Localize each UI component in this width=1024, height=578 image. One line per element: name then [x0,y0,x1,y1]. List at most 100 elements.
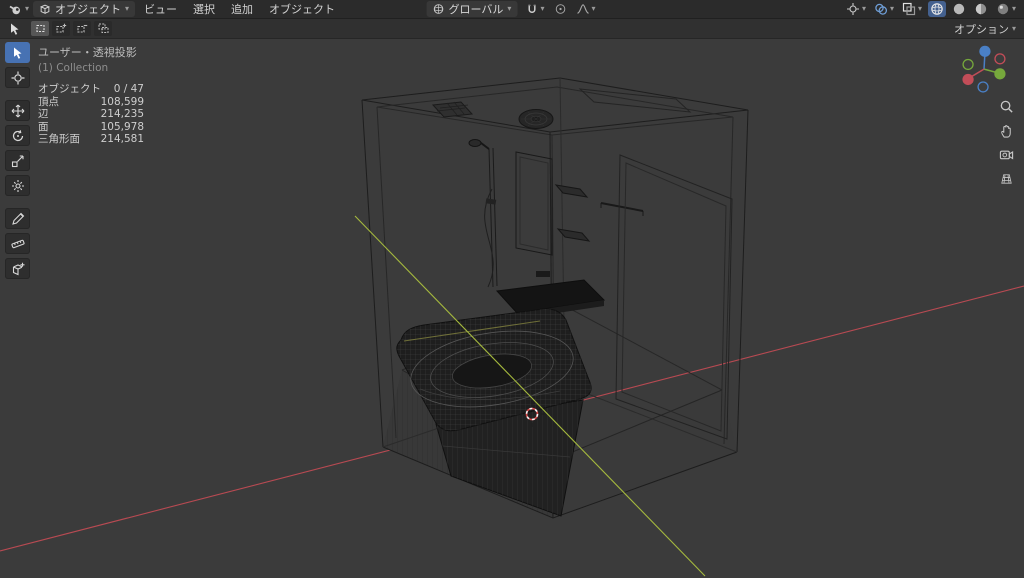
ceiling-fan [518,109,554,129]
gizmo-y-axis [994,68,1006,80]
gizmo-y-neg-axis [962,58,974,71]
gizmo-z-axis [979,45,991,57]
material-sphere-icon [975,3,987,15]
snap-toggle-button[interactable]: ▾ [523,1,546,17]
zoom-button[interactable] [997,97,1015,115]
stat-vertices: 頂点 108,599 [38,95,144,108]
scene-3d[interactable] [0,39,1024,578]
select-mode-subtract-button[interactable] [73,21,91,36]
measure-ruler-icon [10,239,25,248]
mode-dropdown[interactable]: オブジェクト ▾ [33,1,136,17]
xray-icon [902,2,916,16]
orientation-label: グローバル [448,3,504,16]
solid-sphere-icon [953,3,965,15]
proportional-falloff-dropdown[interactable]: ▾ [574,1,597,17]
overlays-icon [875,3,888,15]
tool-measure-button[interactable] [5,233,30,254]
pan-button[interactable] [997,121,1015,139]
zoom-icon [1000,100,1013,113]
tool-move-button[interactable] [5,100,30,121]
shading-wireframe-button[interactable] [927,1,946,17]
hand-icon [1000,124,1011,138]
tool-transform-button[interactable] [5,175,30,196]
topbar: ▾ オブジェクト ▾ ビュー 選択 追加 オブジェクト グローバル ▾ ▾ ▾ … [0,0,1024,19]
proportional-circle-icon [555,4,566,14]
menu-object[interactable]: オブジェクト [262,0,342,18]
active-collection-label: (1) Collection [38,62,109,74]
view-perspective-label: ユーザー・透視投影 [38,46,137,59]
mode-label: オブジェクト [55,3,122,16]
rotate-icon [12,129,23,141]
proportional-editing-button[interactable] [552,1,568,17]
move-icon [11,104,24,117]
mirror-panel [515,151,553,256]
chevron-down-icon: ▾ [1011,4,1016,13]
select-mode-extend-button[interactable] [52,21,70,36]
towel-bar [600,202,644,216]
camera-view-button[interactable] [997,145,1015,163]
viewport-statistics: オブジェクト 0 / 47 頂点 108,599 辺 214,235 面 105… [38,83,144,146]
falloff-curve-icon [577,4,589,14]
tool-rotate-button[interactable] [5,125,30,146]
tool-cursor-button[interactable] [5,67,30,88]
menu-add[interactable]: 追加 [224,0,260,18]
camera-icon [999,150,1013,160]
tool-select-box-button[interactable] [5,42,30,63]
magnet-icon [528,4,536,13]
perspective-grid-icon [1000,173,1012,184]
viewport-3d[interactable]: ユーザー・透視投影 (1) Collection オブジェクト 0 / 47 頂… [0,39,1024,578]
blender-logo-icon [9,5,20,14]
tool-add-cube-button[interactable] [5,258,30,279]
chevron-down-icon: ▾ [861,4,866,13]
transform-icon [11,179,24,192]
add-cube-icon [12,262,24,275]
object-mode-icon [39,4,51,15]
chevron-down-icon: ▾ [917,4,922,13]
orientation-globe-icon [433,4,444,14]
transform-orientation-dropdown[interactable]: グローバル ▾ [426,1,518,17]
viewport-overlay-text: ユーザー・透視投影 (1) Collection [38,44,137,74]
ceiling-vent [431,101,474,118]
show-overlays-dropdown[interactable]: ▾ [872,1,896,17]
cursor-crosshair-icon [11,71,24,84]
stat-triangles: 三角形面 214,581 [38,133,144,145]
viewport-gizmos-dropdown[interactable]: ▾ [844,1,868,17]
chevron-down-icon: ▾ [25,4,30,13]
perspective-toggle-button[interactable] [997,169,1015,187]
select-intersect-icon [98,23,108,33]
select-subtract-icon [76,24,87,33]
gizmo-x-neg-axis [994,53,1006,65]
chevron-down-icon: ▾ [889,4,894,13]
select-mode-new-button[interactable] [31,21,49,36]
tool-settings-bar: オプション ▾ [0,19,1024,39]
shading-solid-button[interactable] [950,1,968,17]
chevron-down-icon: ▾ [591,4,596,13]
blender-menu-button[interactable]: ▾ [6,1,31,17]
shading-material-button[interactable] [972,1,990,17]
select-mode-intersect-button[interactable] [94,21,112,36]
rendered-sphere-icon [997,3,1009,15]
shower-set [468,139,498,288]
left-toolbar [5,42,30,279]
viewport-nav-controls [997,97,1015,187]
menu-view[interactable]: ビュー [137,0,184,18]
chevron-down-icon: ▾ [125,4,130,13]
select-cursor-icon [13,47,21,59]
wall-shelves [554,184,591,242]
gizmo-x-axis [962,73,974,86]
active-tool-select-icon [11,23,19,35]
chevron-down-icon: ▾ [540,4,545,13]
wireframe-sphere-icon [931,3,943,15]
xray-toggle-button[interactable]: ▾ [900,1,924,17]
stat-objects: オブジェクト 0 / 47 [38,83,144,95]
shading-rendered-button[interactable]: ▾ [994,1,1018,17]
menu-select[interactable]: 選択 [186,0,222,18]
stat-edges: 辺 214,235 [38,108,144,120]
gizmo-z-neg-axis [977,81,989,93]
stat-faces: 面 105,978 [38,120,144,133]
select-new-icon [35,24,45,33]
tool-annotate-button[interactable] [5,208,30,229]
tool-options-label[interactable]: オプション [954,21,1009,37]
tool-scale-button[interactable] [5,150,30,171]
navigation-gizmo[interactable] [954,41,1014,101]
